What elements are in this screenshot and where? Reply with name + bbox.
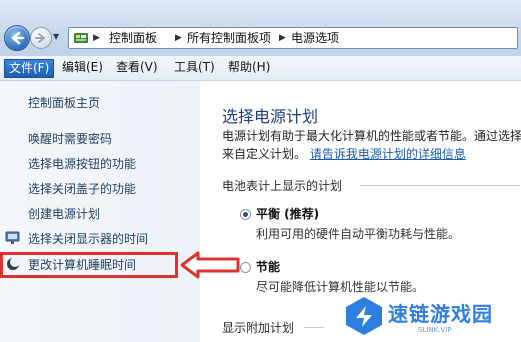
sidebar: 控制面板主页 唤醒时需要密码 选择电源按钮的功能 选择关闭盖子的功能 创建电源计… [0,81,200,342]
plan-balanced-description: 利用可用的硬件自动平衡功耗与性能。 [256,227,461,241]
menu-bar: 文件(F) 编辑(E) 查看(V) 工具(T) 帮助(H) [0,56,521,81]
intro-text: 电源计划有助于最大化计算机的性能或者节能。通过选择 来自定义计划。 请告诉我电源… [222,127,521,163]
battery-section-label: 电池表计上显示的计划 [222,179,343,193]
back-arrow-icon [11,31,25,45]
plan-balanced-name[interactable]: 平衡 (推荐) [256,205,319,222]
plan-power-saver-name[interactable]: 节能 [256,258,280,275]
section-divider [360,185,520,186]
sidebar-link-display-off[interactable]: 选择关闭显示器的时间 [28,231,148,247]
menu-file[interactable]: 文件(F) [4,59,55,78]
watermark: 速链游戏园 SLINK.VIP [340,292,520,340]
sidebar-home-link[interactable]: 控制面板主页 [28,95,100,111]
breadcrumb-separator-icon: ▶ [93,33,100,43]
watermark-logo-icon [346,297,382,335]
section-divider [304,327,324,328]
breadcrumb-separator-icon: ▶ [175,33,182,43]
control-panel-icon [74,33,88,43]
watermark-text: 速链游戏园 [388,302,493,326]
plan-details-link[interactable]: 请告诉我电源计划的详细信息 [310,147,466,161]
page-title: 选择电源计划 [222,107,319,126]
forward-button[interactable] [30,27,52,49]
sidebar-link-lid-close[interactable]: 选择关闭盖子的功能 [28,181,136,197]
menu-view[interactable]: 查看(V) [112,59,162,76]
intro-sentence: 电源计划有助于最大化计算机的性能或者节能。通过选择 [222,129,521,143]
menu-tools[interactable]: 工具(T) [170,59,219,76]
annotation-highlight-box [0,252,178,278]
address-toolbar: ▼ ▶ 控制面板 ▶ 所有控制面板项 ▶ 电源选项 [0,0,521,56]
plan-power-saver-radio[interactable] [240,262,251,273]
plan-balanced-radio[interactable] [240,209,251,220]
breadcrumb-control-panel[interactable]: 控制面板 [109,30,157,46]
breadcrumb-separator-icon: ▶ [279,33,286,43]
display-shield-icon [5,231,20,244]
intro-sentence-continued: 来自定义计划。 [222,147,307,161]
menu-help[interactable]: 帮助(H) [224,59,274,76]
address-field[interactable]: ▶ 控制面板 ▶ 所有控制面板项 ▶ 电源选项 [68,27,518,49]
sidebar-link-wake-password[interactable]: 唤醒时需要密码 [28,131,112,147]
breadcrumb-power-options[interactable]: 电源选项 [291,30,339,46]
menu-edit[interactable]: 编辑(E) [58,59,107,76]
forward-arrow-icon [35,33,45,43]
back-button[interactable] [4,25,30,51]
breadcrumb-all-items[interactable]: 所有控制面板项 [187,30,271,46]
sidebar-link-create-plan[interactable]: 创建电源计划 [28,206,100,222]
additional-plans-toggle[interactable]: 显示附加计划 [222,319,294,336]
watermark-subtext: SLINK.VIP [418,326,452,334]
recent-pages-dropdown-icon[interactable]: ▼ [53,32,63,42]
sidebar-link-power-button[interactable]: 选择电源按钮的功能 [28,156,136,172]
